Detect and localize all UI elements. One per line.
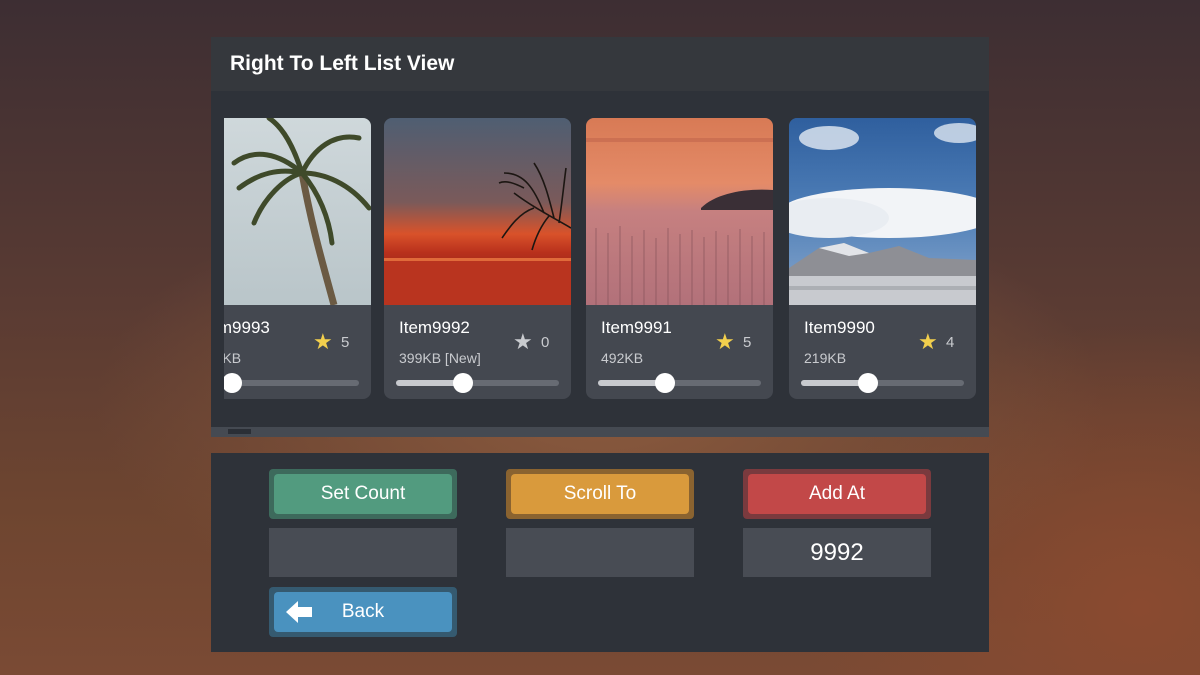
back-button-frame: Back — [269, 587, 457, 637]
control-panel: Set Count Scroll To Add At Back — [211, 453, 989, 652]
horizontal-scrollbar[interactable] — [211, 427, 989, 437]
back-button[interactable]: Back — [274, 592, 452, 632]
star-icon: ★ — [313, 329, 333, 354]
item-slider[interactable] — [224, 373, 359, 393]
item-size: 399KB — [224, 350, 242, 366]
list-view-panel: Right To Left List View m9993 KB ★ 5 Ite… — [211, 37, 989, 437]
star-icon: ★ — [715, 329, 735, 354]
star-icon: ★ — [918, 329, 938, 354]
list-item[interactable]: Item9992 399KB [New] ★ 0 — [384, 118, 571, 399]
slider-knob[interactable] — [857, 373, 878, 393]
item-size: 399KB [New] — [399, 350, 481, 366]
star-icon: ★ — [513, 329, 533, 354]
snowy-mountain-image — [789, 118, 976, 305]
panel-title: Right To Left List View — [211, 37, 989, 91]
back-arrow-icon — [286, 601, 312, 623]
sunset-sea-image — [384, 118, 571, 305]
item-title: Item9993 — [224, 318, 270, 337]
set-count-button-frame: Set Count — [269, 469, 457, 519]
add-at-button[interactable]: Add At — [748, 474, 926, 514]
add-at-button-frame: Add At — [743, 469, 931, 519]
item-slider[interactable] — [598, 373, 761, 393]
item-size: 492KB — [601, 350, 644, 366]
item-slider[interactable] — [801, 373, 964, 393]
pink-lake-image — [586, 118, 773, 305]
scroll-to-input[interactable] — [506, 528, 694, 577]
item-title: Item9990 — [804, 318, 875, 337]
back-button-label: Back — [341, 601, 385, 622]
scroll-to-button-frame: Scroll To — [506, 469, 694, 519]
set-count-input[interactable] — [269, 528, 457, 577]
list-item[interactable]: Item9991 492KB ★ 5 — [586, 118, 773, 399]
item-rating: 0 — [541, 334, 550, 351]
list-item[interactable]: Item9990 219KB ★ 4 — [789, 118, 976, 399]
item-rating: 4 — [946, 334, 955, 351]
slider-knob[interactable] — [224, 373, 242, 393]
item-size: 219KB — [804, 350, 847, 366]
palm-tree-image — [224, 118, 371, 305]
item-title: Item9992 — [399, 318, 470, 337]
horizontal-list[interactable]: Item9993 399KB ★ 5 — [224, 91, 989, 427]
list-item[interactable]: Item9993 399KB ★ 5 — [224, 118, 371, 399]
item-rating: 5 — [341, 334, 350, 351]
item-slider[interactable] — [396, 373, 559, 393]
slider-knob[interactable] — [452, 373, 473, 393]
scrollbar-thumb[interactable] — [228, 429, 251, 434]
item-rating: 5 — [743, 334, 752, 351]
slider-knob[interactable] — [654, 373, 675, 393]
item-title: Item9991 — [601, 318, 672, 337]
scroll-to-button[interactable]: Scroll To — [511, 474, 689, 514]
add-at-input[interactable] — [743, 528, 931, 577]
set-count-button[interactable]: Set Count — [274, 474, 452, 514]
